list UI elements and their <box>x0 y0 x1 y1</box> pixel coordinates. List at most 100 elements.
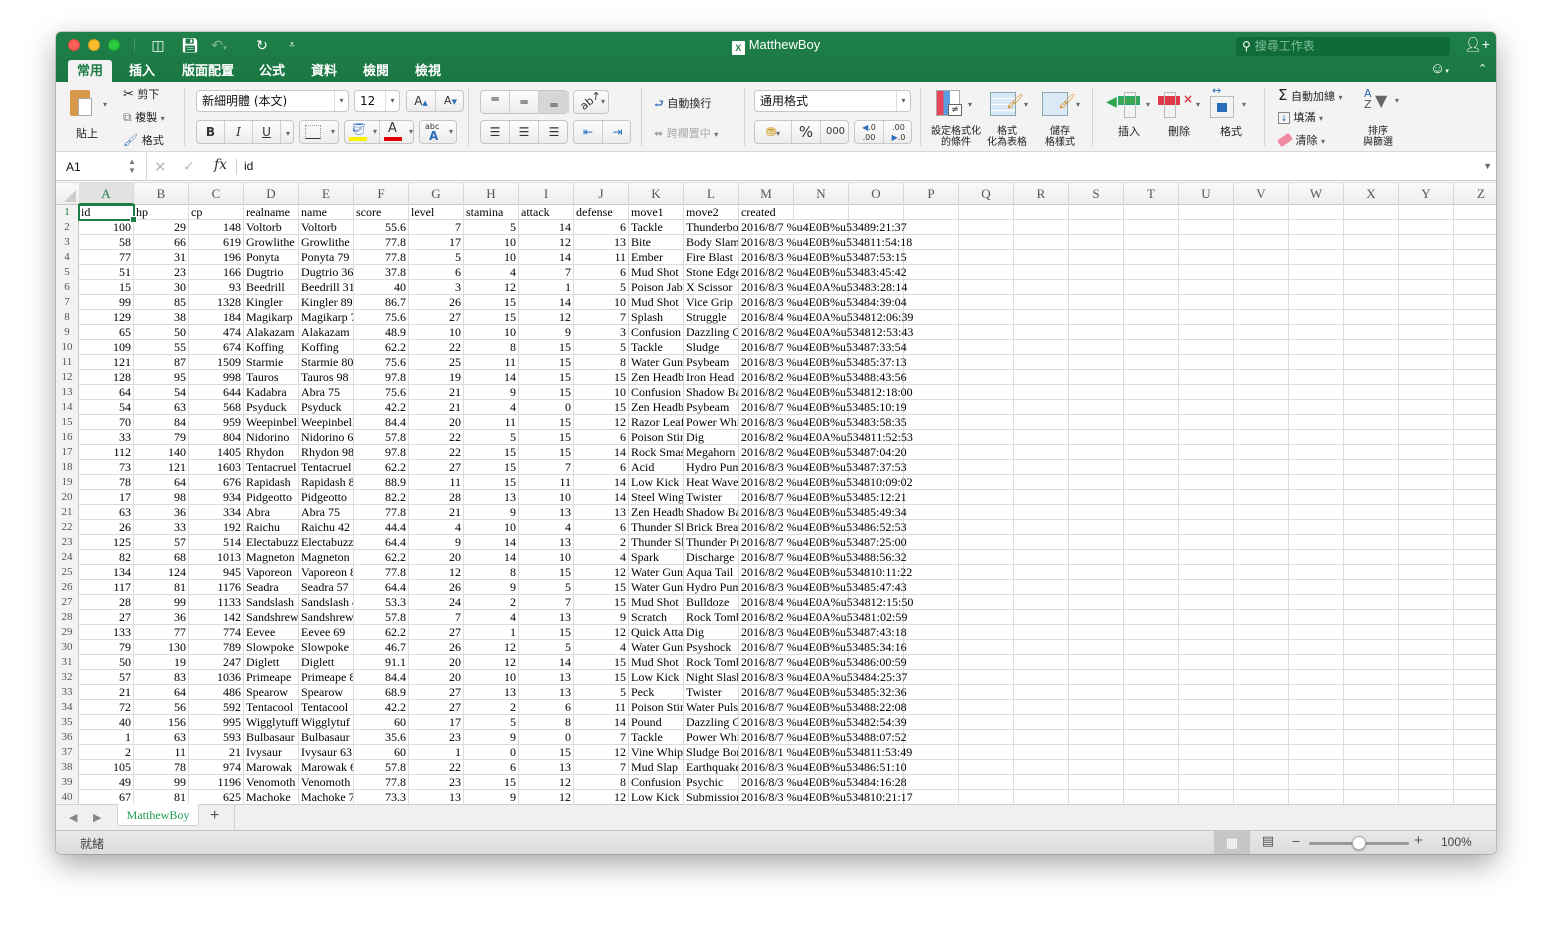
align-middle-button[interactable]: ═ <box>510 91 539 113</box>
cell-q25[interactable] <box>959 565 1014 580</box>
cell-t21[interactable] <box>1124 505 1179 520</box>
cell-c36[interactable]: 593 <box>189 730 244 745</box>
cell-g21[interactable]: 21 <box>409 505 464 520</box>
cell-j34[interactable]: 11 <box>574 700 629 715</box>
cell-a17[interactable]: 112 <box>79 445 134 460</box>
cell-z23[interactable] <box>1454 535 1496 550</box>
cell-m34[interactable]: 2016/8/7 %u4E0B%u53488:22:08 <box>739 700 907 715</box>
cell-i13[interactable]: 15 <box>519 385 574 400</box>
cell-l29[interactable]: Dig <box>684 625 739 640</box>
cell-a14[interactable]: 54 <box>79 400 134 415</box>
cell-s25[interactable] <box>1069 565 1124 580</box>
cell-g11[interactable]: 25 <box>409 355 464 370</box>
cell-g40[interactable]: 13 <box>409 790 464 804</box>
cell-f7[interactable]: 86.7 <box>354 295 409 310</box>
cell-u18[interactable] <box>1179 460 1234 475</box>
tab-home[interactable]: 常用 <box>68 60 112 82</box>
cell-p6[interactable] <box>904 280 959 295</box>
cell-p7[interactable] <box>904 295 959 310</box>
row-header[interactable]: 40 <box>56 790 79 804</box>
cell-m7[interactable]: 2016/8/3 %u4E0B%u53484:39:04 <box>739 295 907 310</box>
cell-s26[interactable] <box>1069 580 1124 595</box>
cell-v27[interactable] <box>1234 595 1289 610</box>
cell-y18[interactable] <box>1399 460 1454 475</box>
paste-dropdown-icon[interactable]: ▾ <box>103 100 107 109</box>
cell-g6[interactable]: 3 <box>409 280 464 295</box>
cell-j3[interactable]: 13 <box>574 235 629 250</box>
cell-r3[interactable] <box>1014 235 1069 250</box>
cell-y32[interactable] <box>1399 670 1454 685</box>
cell-r34[interactable] <box>1014 700 1069 715</box>
column-header-u[interactable]: U <box>1179 183 1234 205</box>
cell-u20[interactable] <box>1179 490 1234 505</box>
cell-k37[interactable]: Vine Whip <box>629 745 684 760</box>
cell-j26[interactable]: 15 <box>574 580 629 595</box>
cell-h31[interactable]: 12 <box>464 655 519 670</box>
feedback-smiley-icon[interactable]: ☺▾ <box>1430 60 1449 77</box>
cell-l2[interactable]: Thunderbolt <box>684 220 739 235</box>
cell-s9[interactable] <box>1069 325 1124 340</box>
row-header[interactable]: 7 <box>56 295 79 310</box>
cell-b37[interactable]: 11 <box>134 745 189 760</box>
column-header-g[interactable]: G <box>409 183 464 205</box>
cell-s37[interactable] <box>1069 745 1124 760</box>
cell-f34[interactable]: 42.2 <box>354 700 409 715</box>
cell-c8[interactable]: 184 <box>189 310 244 325</box>
formula-input[interactable]: id <box>244 159 253 173</box>
cell-m31[interactable]: 2016/8/7 %u4E0B%u53486:00:59 <box>739 655 907 670</box>
cell-g7[interactable]: 26 <box>409 295 464 310</box>
cell-m10[interactable]: 2016/8/7 %u4E0B%u53487:33:54 <box>739 340 907 355</box>
cell-m11[interactable]: 2016/8/3 %u4E0B%u53485:37:13 <box>739 355 907 370</box>
cell-j40[interactable]: 12 <box>574 790 629 804</box>
cell-u5[interactable] <box>1179 265 1234 280</box>
cell-t30[interactable] <box>1124 640 1179 655</box>
cell-w36[interactable] <box>1289 730 1344 745</box>
format-as-table-button[interactable]: 🖌︎ ▾ <box>990 90 1028 120</box>
cell-w22[interactable] <box>1289 520 1344 535</box>
cell-u38[interactable] <box>1179 760 1234 775</box>
cell-l13[interactable]: Shadow Ball <box>684 385 739 400</box>
cell-w2[interactable] <box>1289 220 1344 235</box>
tab-data[interactable]: 資料 <box>306 60 342 82</box>
cell-i30[interactable]: 5 <box>519 640 574 655</box>
cell-f30[interactable]: 46.7 <box>354 640 409 655</box>
fill-color-button[interactable]: 🪣︎ ▾ <box>345 121 380 143</box>
cell-c39[interactable]: 1196 <box>189 775 244 790</box>
cell-w14[interactable] <box>1289 400 1344 415</box>
cell-e30[interactable]: Slowpoke <box>299 640 354 655</box>
cell-m3[interactable]: 2016/8/3 %u4E0B%u534811:54:18 <box>739 235 912 250</box>
cell-s24[interactable] <box>1069 550 1124 565</box>
cell-h9[interactable]: 10 <box>464 325 519 340</box>
next-sheet-icon[interactable]: ▶ <box>93 811 101 824</box>
cell-b14[interactable]: 63 <box>134 400 189 415</box>
cell-j32[interactable]: 15 <box>574 670 629 685</box>
cell-g29[interactable]: 27 <box>409 625 464 640</box>
delete-cells-button[interactable]: × ▾ <box>1158 92 1202 120</box>
column-header-r[interactable]: R <box>1014 183 1069 205</box>
cell-f8[interactable]: 75.6 <box>354 310 409 325</box>
bold-button[interactable]: B <box>197 121 225 143</box>
cell-x30[interactable] <box>1344 640 1399 655</box>
cell-h3[interactable]: 10 <box>464 235 519 250</box>
row-header[interactable]: 38 <box>56 760 79 775</box>
cell-z6[interactable] <box>1454 280 1496 295</box>
previous-sheet-icon[interactable]: ◀ <box>69 811 77 824</box>
row-header[interactable]: 30 <box>56 640 79 655</box>
cell-f19[interactable]: 88.9 <box>354 475 409 490</box>
cell-k18[interactable]: Acid <box>629 460 684 475</box>
cell-a21[interactable]: 63 <box>79 505 134 520</box>
cell-u16[interactable] <box>1179 430 1234 445</box>
cell-c29[interactable]: 774 <box>189 625 244 640</box>
cell-f17[interactable]: 97.8 <box>354 445 409 460</box>
paste-button[interactable] <box>68 88 96 120</box>
cell-p29[interactable] <box>904 625 959 640</box>
cell-v38[interactable] <box>1234 760 1289 775</box>
cell-z40[interactable] <box>1454 790 1496 804</box>
cell-e8[interactable]: Magikarp 7 <box>299 310 354 325</box>
cell-s5[interactable] <box>1069 265 1124 280</box>
cell-e33[interactable]: Spearow <box>299 685 354 700</box>
cell-c38[interactable]: 974 <box>189 760 244 775</box>
cell-a18[interactable]: 73 <box>79 460 134 475</box>
cell-q19[interactable] <box>959 475 1014 490</box>
cell-g37[interactable]: 1 <box>409 745 464 760</box>
